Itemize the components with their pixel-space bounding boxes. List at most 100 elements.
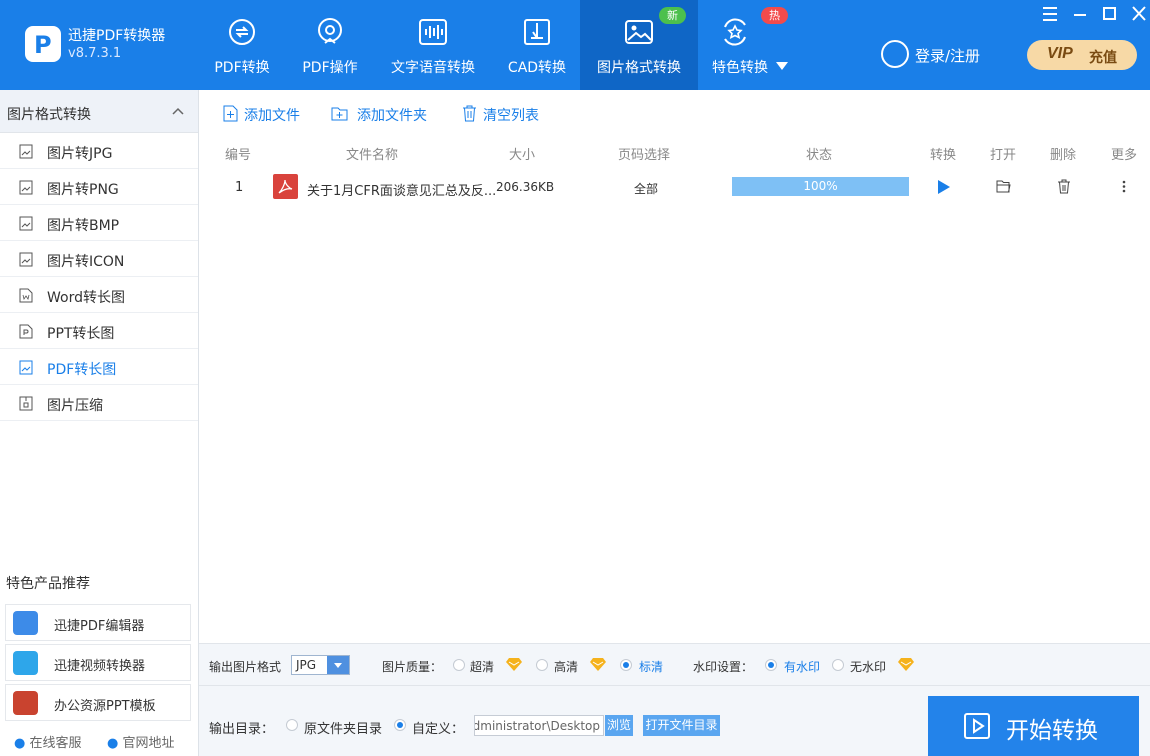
divider	[199, 685, 1150, 686]
new-badge: 新	[659, 7, 686, 24]
rec-video-converter[interactable]: 迅捷视频转换器	[5, 644, 191, 681]
clear-list-button[interactable]: 清空列表	[461, 104, 545, 124]
browse-button[interactable]: 浏览	[605, 715, 633, 736]
output-path-input[interactable]: dministrator\Desktop	[474, 715, 604, 736]
sidebar-item-pdf-to-long-image[interactable]: PDF转长图	[0, 349, 198, 385]
image-file-icon	[19, 252, 33, 267]
open-folder-icon[interactable]	[996, 180, 1011, 193]
vip-recharge-button[interactable]: VIP 充值	[1027, 40, 1137, 70]
operate-icon	[318, 18, 342, 44]
output-custom-label: 自定义：	[412, 722, 465, 737]
output-source-label: 原文件夹目录	[304, 722, 383, 737]
col-header-name: 文件名称	[346, 148, 399, 163]
output-label: 输出目录：	[209, 722, 275, 737]
video-converter-icon	[13, 651, 38, 675]
sidebar-item-label: 图片转ICON	[47, 254, 125, 270]
format-select[interactable]: JPG	[291, 655, 350, 675]
add-folder-label: 添加文件夹	[357, 108, 427, 124]
login-button[interactable]: 登录/注册	[881, 40, 1001, 70]
sidebar-item-image-to-icon[interactable]: 图片转ICON	[0, 241, 198, 277]
rec-pdf-editor[interactable]: 迅捷PDF编辑器	[5, 604, 191, 641]
sidebar-item-image-to-bmp[interactable]: 图片转BMP	[0, 205, 198, 241]
hot-badge: 热	[761, 7, 788, 24]
vip-diamond-icon	[590, 658, 606, 671]
close-icon[interactable]	[1129, 5, 1149, 23]
output-custom-radio[interactable]	[394, 719, 406, 731]
website-link[interactable]: ● 官网地址	[107, 732, 175, 751]
recharge-label: 充值	[1089, 50, 1117, 66]
trash-icon	[463, 105, 476, 122]
location-icon: ●	[107, 736, 119, 751]
maximize-icon[interactable]	[1099, 5, 1119, 23]
nav-cad-convert[interactable]: CAD转换	[495, 0, 579, 90]
format-value: JPG	[296, 658, 317, 672]
watermark-off-radio[interactable]	[832, 659, 844, 671]
nav-label: 图片格式转换	[597, 60, 681, 76]
vip-label: VIP	[1047, 45, 1073, 62]
add-file-button[interactable]: 添加文件	[222, 104, 302, 124]
image-file-icon	[19, 180, 33, 195]
add-folder-icon	[331, 107, 348, 121]
sidebar-header[interactable]: 图片格式转换	[0, 90, 198, 133]
image-file-icon	[19, 216, 33, 231]
online-service-link[interactable]: ● 在线客服	[14, 732, 82, 751]
sidebar-item-label: 图片压缩	[47, 398, 103, 414]
open-directory-button[interactable]: 打开文件目录	[643, 715, 720, 736]
col-header-open: 打开	[990, 148, 1017, 163]
sidebar-item-image-to-png[interactable]: 图片转PNG	[0, 169, 198, 205]
sidebar-item-label: 图片转PNG	[47, 182, 119, 198]
play-icon[interactable]	[937, 180, 951, 194]
pdf-file-icon	[273, 174, 298, 199]
sidebar-item-label: 图片转JPG	[47, 146, 113, 162]
nav-pdf-convert[interactable]: PDF转换	[200, 0, 284, 90]
col-header-size: 大小	[509, 148, 536, 163]
rec-ppt-template[interactable]: 办公资源PPT模板	[5, 684, 191, 721]
minimize-icon[interactable]	[1070, 5, 1090, 23]
watermark-on-radio[interactable]	[765, 659, 777, 671]
sidebar-item-label: PPT转长图	[47, 326, 115, 342]
image-file-icon	[19, 144, 33, 159]
play-icon	[964, 713, 990, 739]
vip-diamond-icon	[898, 658, 914, 671]
quality-label: 图片质量：	[382, 660, 443, 674]
nav-pdf-operate[interactable]: PDF操作	[288, 0, 372, 90]
star-refresh-icon	[724, 18, 746, 46]
rec-label: 办公资源PPT模板	[54, 699, 156, 714]
quality-high-radio[interactable]	[536, 659, 548, 671]
sidebar-item-ppt-to-long-image[interactable]: PPT转长图	[0, 313, 198, 349]
col-header-delete: 删除	[1050, 148, 1077, 163]
clear-list-label: 清空列表	[483, 108, 539, 124]
sidebar-item-word-to-long-image[interactable]: Word转长图	[0, 277, 198, 313]
start-convert-label: 开始转换	[1006, 718, 1098, 744]
nav-label: PDF操作	[302, 60, 358, 76]
nav-text-speech[interactable]: 文字语音转换	[383, 0, 483, 90]
output-source-radio[interactable]	[286, 719, 298, 731]
add-folder-button[interactable]: 添加文件夹	[331, 104, 431, 124]
nav-label: 文字语音转换	[391, 60, 475, 76]
sidebar-item-image-to-jpg[interactable]: 图片转JPG	[0, 133, 198, 169]
chevron-up-icon	[172, 107, 184, 115]
sidebar: 图片格式转换 图片转JPG 图片转PNG 图片转BMP 图片转ICON Word…	[0, 90, 199, 756]
row-pages[interactable]: 全部	[634, 180, 658, 197]
title-bar: P 迅捷PDF转换器 v8.7.3.1 PDF转换 PDF操作 文字语音转换 C…	[0, 0, 1150, 90]
menu-icon[interactable]	[1040, 5, 1060, 23]
col-header-pages: 页码选择	[618, 148, 671, 163]
sidebar-item-image-compress[interactable]: 图片压缩	[0, 385, 198, 421]
rec-label: 迅捷视频转换器	[54, 659, 146, 674]
app-logo-icon: P	[25, 26, 61, 62]
more-icon[interactable]	[1121, 179, 1127, 194]
word-file-icon	[19, 288, 33, 303]
start-convert-button[interactable]: 开始转换	[928, 696, 1139, 756]
quality-ultra-radio[interactable]	[453, 659, 465, 671]
col-header-convert: 转换	[930, 148, 957, 163]
col-header-more: 更多	[1111, 148, 1138, 163]
online-service-label: 在线客服	[29, 736, 82, 751]
sidebar-title: 图片格式转换	[7, 107, 91, 123]
sidebar-item-label: 图片转BMP	[47, 218, 120, 234]
nav-label: 特色转换	[712, 60, 768, 76]
settings-panel: 输出图片格式 JPG 图片质量： 超清 高清 标清 水印设置： 有水印 无水印 …	[199, 643, 1150, 756]
sidebar-item-label: PDF转长图	[47, 362, 117, 378]
format-label: 输出图片格式	[209, 660, 282, 674]
delete-icon[interactable]	[1057, 179, 1071, 194]
quality-standard-radio[interactable]	[620, 659, 632, 671]
